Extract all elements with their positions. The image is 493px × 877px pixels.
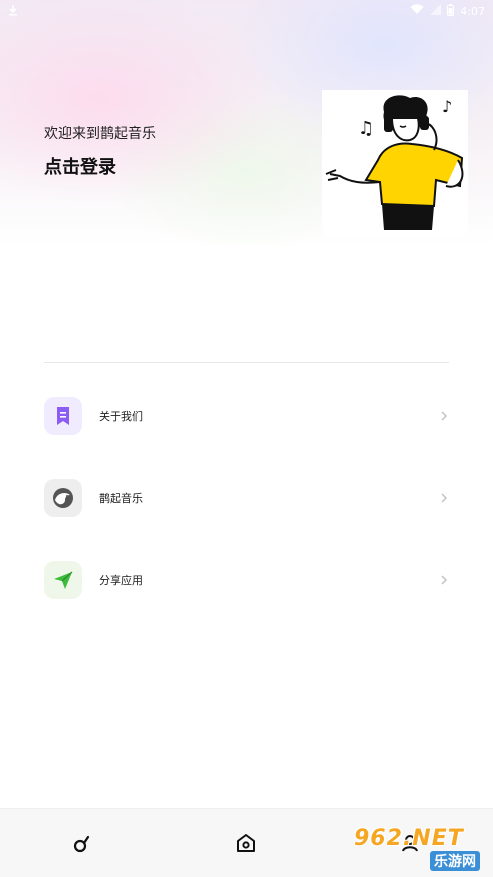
svg-text:♪: ♪ xyxy=(442,97,452,116)
send-plane-icon xyxy=(44,561,82,599)
signal-icon xyxy=(430,4,442,18)
watermark-logo: 962.NET 乐游网 xyxy=(354,826,489,871)
status-time: 4:07 xyxy=(460,4,485,18)
home-icon xyxy=(237,834,255,852)
menu-item-about-us[interactable]: 关于我们 xyxy=(44,396,449,436)
login-link[interactable]: 点击登录 xyxy=(44,153,116,179)
bookmark-note-icon xyxy=(44,397,82,435)
svg-text:♫: ♫ xyxy=(358,118,374,139)
welcome-text: 欢迎来到鹊起音乐 xyxy=(44,126,156,142)
wifi-icon xyxy=(410,4,424,18)
menu-item-label: 关于我们 xyxy=(99,410,143,423)
download-icon xyxy=(8,4,18,19)
chevron-right-icon xyxy=(441,575,448,585)
music-listener-illustration: ♫ ♪ xyxy=(322,90,468,235)
watermark-bottom-text: 乐游网 xyxy=(430,851,480,871)
nav-music-button[interactable] xyxy=(70,831,94,855)
magpie-icon xyxy=(44,479,82,517)
chevron-right-icon xyxy=(441,493,448,503)
battery-icon xyxy=(447,3,455,19)
music-note-icon xyxy=(73,835,90,853)
status-bar: 4:07 xyxy=(0,0,493,22)
nav-home-button[interactable] xyxy=(234,831,258,855)
watermark-top-text: 962.NET xyxy=(354,826,464,851)
section-divider xyxy=(44,362,449,363)
menu-item-label: 分享应用 xyxy=(99,574,143,587)
chevron-right-icon xyxy=(441,411,448,421)
menu-item-label: 鹊起音乐 xyxy=(99,492,143,505)
menu-item-app-music[interactable]: 鹊起音乐 xyxy=(44,478,449,518)
menu-item-share-app[interactable]: 分享应用 xyxy=(44,560,449,600)
